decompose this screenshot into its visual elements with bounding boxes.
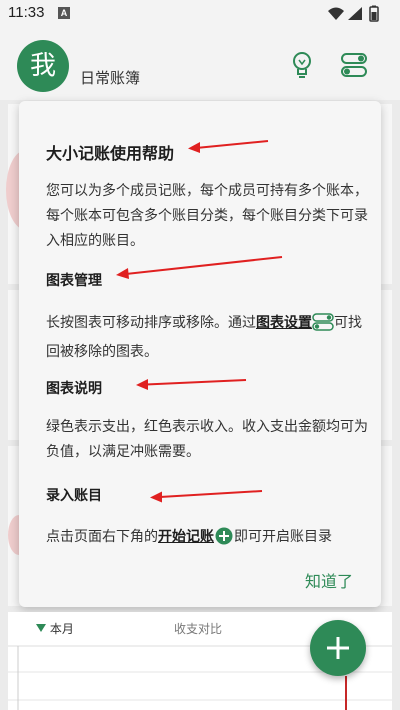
plus-icon — [327, 637, 349, 659]
book-title[interactable]: 日常账簿 — [80, 67, 140, 88]
plus-circle-icon — [214, 527, 234, 554]
income-bar — [345, 676, 347, 710]
dialog-intro: 您可以为多个成员记账，每个成员可持有多个账本，每个账本可包含多个账目分类，每个账… — [46, 183, 368, 249]
annotation-arrow — [150, 490, 263, 503]
chart-settings-link[interactable]: 图表设置 — [256, 315, 312, 331]
wifi-icon — [328, 7, 344, 20]
toggle-icon — [312, 313, 334, 340]
section-text: 即可开启账目录 — [234, 529, 332, 545]
battery-icon — [369, 5, 379, 22]
month-tab[interactable]: 本月 — [36, 620, 74, 637]
section-title-chart-management: 图表管理 — [46, 273, 102, 289]
help-dialog: 大小记账使用帮助 您可以为多个成员记账，每个成员可持有多个账本，每个账本可包含多… — [19, 101, 381, 607]
compare-tab[interactable]: 收支对比 — [174, 620, 222, 637]
annotation-arrow — [116, 256, 283, 279]
toggle-icon[interactable] — [340, 50, 368, 80]
add-entry-button[interactable] — [310, 620, 366, 676]
annotation-arrow — [136, 379, 247, 390]
dialog-title: 大小记账使用帮助 — [46, 144, 175, 163]
app-header: 我 日常账簿 — [0, 28, 400, 100]
lightbulb-icon[interactable] — [288, 50, 316, 80]
annotation-arrow — [188, 140, 269, 153]
notification-icon: A — [58, 7, 70, 19]
month-label: 本月 — [49, 622, 74, 636]
section-title-entry: 录入账目 — [46, 488, 102, 504]
status-bar: 11:33 A — [0, 0, 400, 28]
start-accounting-link[interactable]: 开始记账 — [158, 529, 214, 545]
section-body-entry: 点击页面右下角的开始记账 即可开启账目录 — [46, 525, 376, 554]
avatar[interactable]: 我 — [17, 40, 69, 92]
section-text: 点击页面右下角的 — [46, 529, 158, 545]
section-text: 长按图表可移动排序或移除。通过 — [46, 315, 256, 331]
section-title-chart-explanation: 图表说明 — [46, 381, 102, 397]
triangle-down-icon — [36, 624, 46, 632]
ok-button[interactable]: 知道了 — [305, 568, 353, 592]
status-icons — [326, 5, 390, 27]
signal-icon — [348, 7, 362, 20]
section-body-chart-explanation: 绿色表示支出，红色表示收入。收入支出金额均可为负值，以满足冲账需要。 — [46, 419, 368, 460]
section-body-chart-management: 长按图表可移动排序或移除。通过图表设置 可找回被移除的图表。 — [46, 311, 368, 365]
status-time: 11:33 — [8, 4, 45, 21]
